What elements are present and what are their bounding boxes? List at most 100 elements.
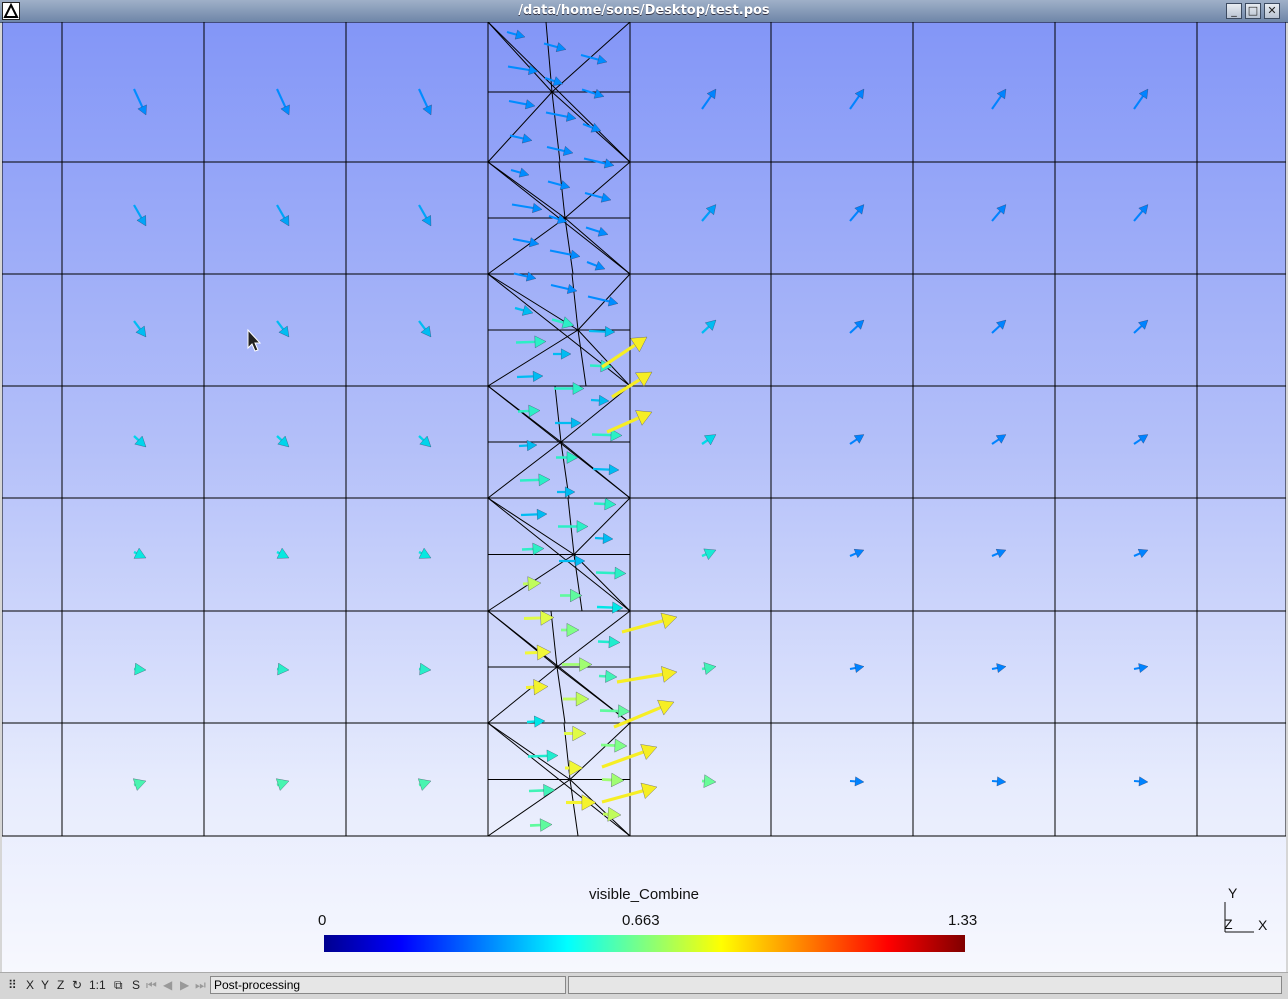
vector-arrow <box>529 790 544 791</box>
minimize-button[interactable]: _ <box>1226 3 1242 19</box>
vector-arrow-head <box>528 577 541 591</box>
vector-arrow-head <box>997 89 1006 99</box>
mesh-edge <box>578 330 586 386</box>
vector-arrow <box>419 321 425 329</box>
mesh-edge <box>552 92 560 162</box>
vector-arrow-head <box>522 134 532 143</box>
vector-arrow-head <box>534 716 545 727</box>
graphics-viewport[interactable]: visible_Combine 0 0.663 1.33 Y Z X <box>2 22 1286 972</box>
vector-arrow-head <box>418 779 431 791</box>
vector-arrow <box>548 182 561 186</box>
vector-arrow-head <box>594 89 604 98</box>
mesh-edge <box>570 780 630 837</box>
vector-arrow-head <box>278 663 289 675</box>
title-bar[interactable]: /data/home/sons/Desktop/test.pos _ □ ✕ <box>0 0 1288 23</box>
vector-arrow <box>600 711 618 712</box>
vector-arrow <box>622 621 663 632</box>
first-icon[interactable]: ⏮ <box>146 978 157 993</box>
vector-arrow <box>601 745 615 746</box>
vector-arrow <box>588 297 609 302</box>
vector-arrow-head <box>533 371 543 382</box>
vector-arrow-head <box>535 336 546 348</box>
vector-arrow <box>850 668 855 669</box>
vector-arrow <box>277 321 283 329</box>
vector-arrow <box>134 552 137 553</box>
vector-arrow <box>419 436 423 440</box>
vector-arrow <box>547 147 564 151</box>
vector-arrow-head <box>515 30 525 39</box>
vector-arrow <box>702 668 705 669</box>
vector-arrow <box>584 159 605 164</box>
last-icon[interactable]: ⏭ <box>195 978 206 993</box>
view-z-button[interactable]: Z <box>57 978 64 992</box>
vector-arrow <box>850 211 858 221</box>
mesh-edge <box>488 780 570 837</box>
vector-arrow-head <box>573 382 584 394</box>
vector-arrow <box>602 791 643 802</box>
vector-arrow <box>850 326 858 333</box>
vector-arrow-head <box>598 227 608 236</box>
vector-arrow <box>520 480 539 481</box>
vector-arrow-head <box>1139 89 1148 99</box>
gmsh-window: /data/home/sons/Desktop/test.pos _ □ ✕ v… <box>0 0 1288 998</box>
view-y-button[interactable]: Y <box>41 978 49 992</box>
vector-arrow <box>134 436 138 440</box>
vector-arrow-head <box>605 326 615 337</box>
vector-arrow-head <box>563 146 573 155</box>
vector-arrow <box>597 607 613 608</box>
vector-arrow-head <box>1139 777 1148 786</box>
color-scale-bar <box>324 935 965 952</box>
vector-arrow <box>546 113 567 117</box>
vector-arrow-head <box>547 750 558 762</box>
vector-arrow <box>602 752 643 767</box>
prev-icon[interactable]: ◀ <box>163 978 172 992</box>
mouse-cursor-icon <box>248 330 260 351</box>
mesh-edge <box>551 611 557 667</box>
vector-arrow-head <box>996 435 1006 444</box>
vector-arrow-head <box>573 726 586 741</box>
mesh-edge <box>488 442 561 498</box>
vector-arrow-head <box>611 773 624 787</box>
mesh-edge <box>572 274 578 330</box>
snapshot-icon[interactable]: ⧉ <box>114 978 123 993</box>
rotate-icon[interactable]: ↻ <box>72 978 82 992</box>
vector-arrow-head <box>276 779 289 791</box>
close-button[interactable]: ✕ <box>1264 3 1280 19</box>
vector-arrow-head <box>605 670 617 682</box>
scale-mid-label: 0.663 <box>622 912 660 929</box>
vector-arrow <box>850 439 857 444</box>
scale-1-1-button[interactable]: 1:1 <box>89 978 106 992</box>
vector-arrow-head <box>576 692 589 706</box>
vector-arrow <box>617 674 663 682</box>
view-x-button[interactable]: X <box>26 978 34 992</box>
vector-arrow-head <box>997 777 1006 786</box>
vector-arrow-head <box>615 739 627 752</box>
vector-arrow <box>545 78 554 81</box>
vector-arrow-head <box>133 779 146 791</box>
vector-arrow-head <box>539 474 550 486</box>
mesh-edge <box>565 162 630 218</box>
vector-arrow <box>508 67 529 71</box>
grid-icon[interactable]: ⠿ <box>8 978 17 992</box>
vector-arrow <box>992 668 997 669</box>
vector-arrow <box>419 552 422 553</box>
vector-arrow-head <box>529 405 540 417</box>
vector-arrow <box>524 618 541 619</box>
vector-arrow-head <box>525 100 535 109</box>
vector-arrow <box>596 573 615 574</box>
vector-arrow <box>513 239 530 242</box>
vector-arrow-head <box>567 451 578 463</box>
vector-arrow-head <box>704 662 716 674</box>
vector-arrows <box>133 30 1148 831</box>
vector-arrow-head <box>577 520 588 532</box>
vector-arrow <box>589 331 605 332</box>
vector-arrow <box>510 136 523 139</box>
vector-arrow <box>598 642 609 643</box>
maximize-button[interactable]: □ <box>1245 3 1261 19</box>
select-button[interactable]: S <box>132 978 140 992</box>
vector-arrow <box>586 228 599 232</box>
play-icon[interactable]: ▶ <box>180 978 189 992</box>
vector-arrow-head <box>534 679 548 695</box>
vector-arrow-head <box>615 567 626 579</box>
vector-arrow <box>992 326 1000 333</box>
